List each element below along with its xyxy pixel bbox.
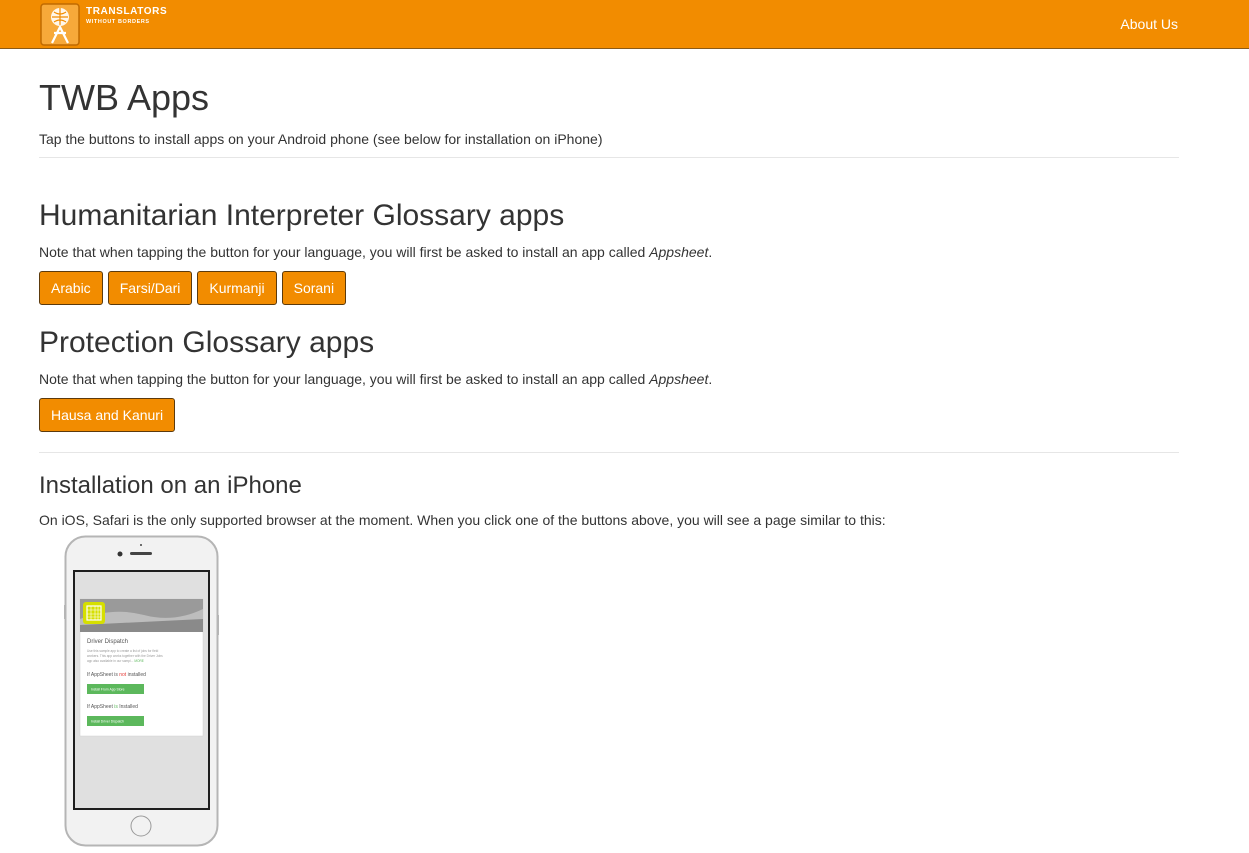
brand-line-1: TRANSLATORS [86, 6, 168, 17]
brand-name[interactable]: TRANSLATORS WITHOUT BORDERS [86, 7, 167, 26]
nav-about-us-link[interactable]: About Us [1120, 16, 1178, 32]
phone-app-desc-3-text: app also available in our sampl... [87, 659, 134, 663]
divider [39, 452, 1179, 453]
phone-app-desc-3: app also available in our sampl... MORE [87, 659, 144, 663]
farsi-dari-button[interactable]: Farsi/Dari [107, 271, 193, 305]
phone-app-store-button-label: Install From App Store [91, 688, 125, 692]
divider [39, 157, 1179, 158]
page-title: TWB Apps [39, 77, 210, 118]
iphone-heading: Installation on an iPhone [39, 472, 302, 499]
hausa-kanuri-button[interactable]: Hausa and Kanuri [39, 398, 176, 432]
phone-install-button-label: Install Driver Dispatch [91, 720, 124, 724]
note-app-name: Appsheet [649, 371, 709, 387]
top-navbar: TRANSLATORS WITHOUT BORDERS About Us [0, 0, 1249, 49]
phone-app-desc-2: workers. This app works together with th… [87, 654, 163, 658]
note-text: Note that when tapping the button for yo… [39, 371, 650, 387]
page-intro: Tap the buttons to install apps on your … [39, 131, 603, 147]
note-app-name: Appsheet [649, 244, 709, 260]
phone-app-desc-more: MORE [134, 659, 144, 663]
interpreter-button-row: Arabic Farsi/Dari Kurmanji Sorani [39, 271, 347, 305]
kurmanji-button[interactable]: Kurmanji [197, 271, 277, 305]
iphone-screenshot-illustration: Driver Dispatch Use this sample app to c… [64, 535, 219, 847]
brand-line-2: WITHOUT BORDERS [86, 19, 150, 25]
phone-label-pre: If AppSheet [87, 704, 114, 710]
note-suffix: . [708, 371, 713, 387]
interpreter-note: Note that when tapping the button for yo… [39, 243, 712, 261]
protection-button-row: Hausa and Kanuri [39, 398, 176, 432]
arabic-button[interactable]: Arabic [39, 271, 103, 305]
phone-label-post: Installed [118, 704, 138, 710]
phone-label-post: installed [126, 672, 146, 678]
note-suffix: . [708, 244, 713, 260]
protection-note: Note that when tapping the button for yo… [39, 370, 712, 388]
iphone-text: On iOS, Safari is the only supported bro… [39, 512, 886, 528]
protection-heading: Protection Glossary apps [39, 326, 375, 359]
sorani-button[interactable]: Sorani [281, 271, 347, 305]
phone-label-pre: If AppSheet is [87, 672, 119, 678]
note-text: Note that when tapping the button for yo… [39, 244, 650, 260]
twb-logo-icon[interactable] [40, 3, 80, 46]
phone-not-installed-label: If AppSheet is not installed [87, 672, 146, 678]
interpreter-heading: Humanitarian Interpreter Glossary apps [39, 199, 565, 232]
phone-installed-label: If AppSheet is Installed [87, 704, 138, 710]
phone-app-title: Driver Dispatch [87, 639, 128, 645]
phone-app-desc-1: Use this sample app to create a list of … [87, 649, 158, 653]
